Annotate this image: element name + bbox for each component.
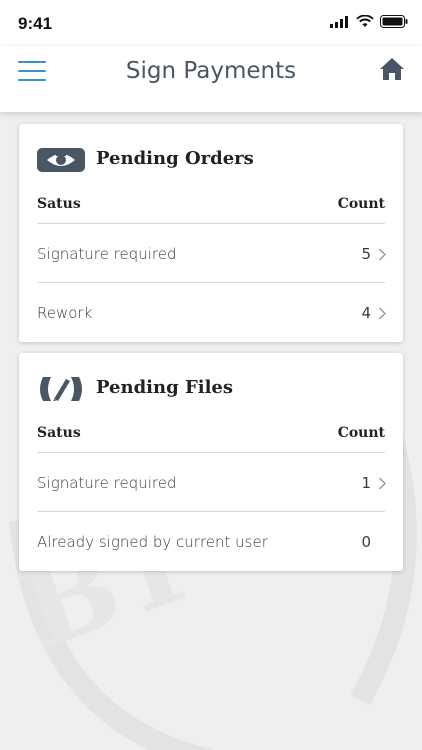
column-header: Satus Count	[37, 194, 385, 224]
chevron-right-icon	[379, 477, 386, 490]
top-navigation-bar: Sign Payments	[0, 46, 422, 112]
chevron-right-icon	[379, 248, 386, 261]
card-title: Pending Orders	[96, 148, 254, 169]
row-count: 0	[361, 533, 371, 551]
pending-orders-card: Pending Orders Satus Count Signature req…	[19, 124, 403, 342]
status-time: 9:41	[18, 14, 53, 33]
battery-icon	[380, 15, 408, 28]
list-item-rework[interactable]: Rework 4	[37, 283, 386, 342]
pen-icon	[40, 377, 82, 401]
row-count: 1	[361, 474, 371, 492]
row-label: Signature required	[37, 474, 177, 492]
status-column-header: Satus	[37, 196, 81, 212]
status-icons	[330, 15, 408, 28]
wifi-icon	[356, 15, 374, 27]
eye-icon	[37, 148, 85, 172]
card-header: Pending Orders	[19, 124, 403, 194]
status-bar: 9:41	[0, 0, 422, 46]
cellular-signal-icon	[330, 15, 348, 28]
card-title: Pending Files	[96, 377, 233, 398]
chevron-right-icon	[379, 307, 386, 320]
page-title: Sign Payments	[125, 58, 297, 84]
list-item-signature-required[interactable]: Signature required 1	[37, 453, 386, 512]
row-label: Rework	[37, 304, 93, 322]
row-count: 5	[361, 245, 371, 263]
list-item-signature-required[interactable]: Signature required 5	[37, 224, 386, 283]
home-icon[interactable]	[379, 56, 405, 82]
pending-files-card: Pending Files Satus Count Signature requ…	[19, 353, 403, 571]
status-column-header: Satus	[37, 425, 81, 441]
row-label: Signature required	[37, 245, 177, 263]
list-item-already-signed: Already signed by current user 0	[37, 512, 385, 571]
card-header: Pending Files	[19, 353, 403, 423]
column-header: Satus Count	[37, 423, 385, 453]
row-count: 4	[361, 304, 371, 322]
count-column-header: Count	[337, 196, 385, 212]
row-label: Already signed by current user	[37, 533, 268, 551]
count-column-header: Count	[337, 425, 385, 441]
